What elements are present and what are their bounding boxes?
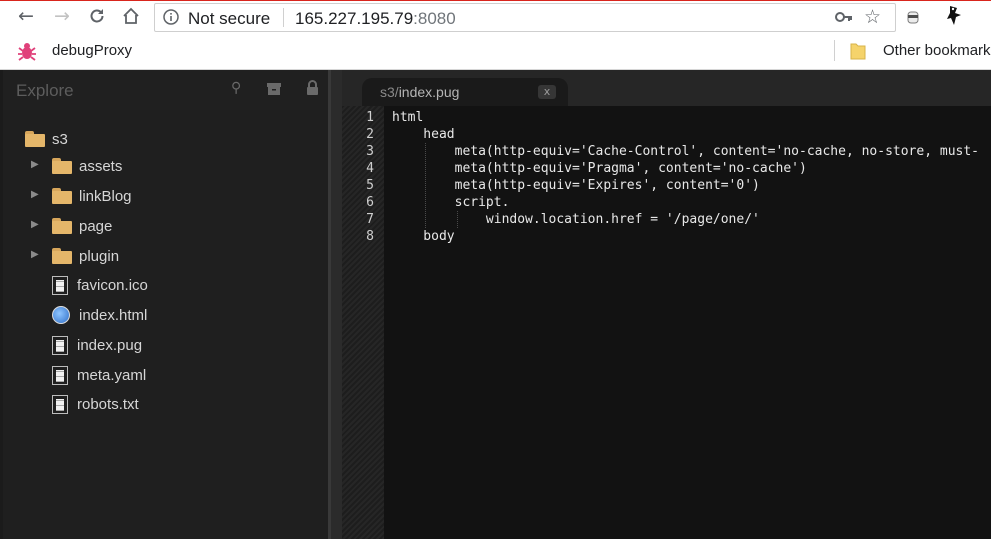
expand-arrow-icon[interactable]: ▶ bbox=[31, 189, 39, 200]
tree-label: s3 bbox=[52, 130, 68, 148]
expand-arrow-icon[interactable]: ▶ bbox=[31, 159, 39, 170]
explorer-header: Explore ⚲ bbox=[3, 70, 328, 110]
editor-tab[interactable]: s3/index.pug x bbox=[362, 78, 568, 106]
tree-label: favicon.ico bbox=[77, 276, 148, 294]
html-file-icon bbox=[52, 306, 70, 324]
url-port: :8080 bbox=[413, 9, 456, 28]
info-icon[interactable] bbox=[163, 9, 179, 30]
file-explorer: Explore ⚲ s3 ▶ assets ▶ linkBlog ▶ page … bbox=[3, 70, 328, 539]
extension-figure-icon[interactable] bbox=[944, 5, 964, 32]
code-line: meta(http-equiv='Expires', content='0') bbox=[392, 178, 760, 193]
tree-label: plugin bbox=[79, 247, 120, 265]
address-bar[interactable]: Not secure 165.227.195.79:8080 ☆ bbox=[154, 3, 896, 32]
tree-file-meta-yaml[interactable]: meta.yaml bbox=[50, 362, 146, 388]
splitter-edge bbox=[328, 70, 331, 539]
tab-filename: index.pug bbox=[398, 84, 460, 100]
code-line: meta(http-equiv='Pragma', content='no-ca… bbox=[392, 161, 807, 176]
code-line: html bbox=[392, 110, 424, 125]
folder-icon bbox=[52, 188, 72, 204]
tree-file-robots-txt[interactable]: robots.txt bbox=[50, 391, 139, 417]
file-icon bbox=[52, 335, 68, 355]
lock-icon[interactable] bbox=[306, 80, 319, 101]
line-number: 5 bbox=[366, 178, 374, 193]
forward-arrow-icon[interactable]: → bbox=[50, 4, 74, 28]
file-icon bbox=[52, 365, 68, 385]
tab-title: s3/index.pug bbox=[380, 84, 459, 100]
folder-icon bbox=[52, 218, 72, 234]
line-number: 4 bbox=[366, 161, 374, 176]
search-icon[interactable]: ⚲ bbox=[231, 80, 241, 96]
home-icon[interactable] bbox=[119, 4, 143, 28]
code-line: head bbox=[392, 127, 455, 142]
bookmarks-bar: debugProxy Other bookmarks bbox=[0, 32, 991, 70]
star-icon[interactable]: ☆ bbox=[864, 6, 881, 28]
folder-icon bbox=[52, 248, 72, 264]
browser-toolbar: ← → Not secure 165.227.195.79:8080 ☆ bbox=[0, 1, 991, 32]
tree-file-index-html[interactable]: index.html bbox=[50, 302, 147, 328]
tree-label: index.pug bbox=[77, 336, 143, 354]
key-icon[interactable] bbox=[835, 9, 853, 30]
code-line: body bbox=[392, 229, 455, 244]
url-text[interactable]: 165.227.195.79:8080 bbox=[295, 9, 456, 29]
tree-folder-linkblog[interactable]: ▶ linkBlog bbox=[31, 183, 132, 209]
expand-arrow-icon[interactable]: ▶ bbox=[31, 219, 39, 230]
tab-close-button[interactable]: x bbox=[538, 85, 556, 99]
bookmarks-divider bbox=[834, 40, 835, 61]
tree-label: meta.yaml bbox=[77, 366, 147, 384]
bookmark-debugproxy[interactable]: debugProxy bbox=[52, 42, 132, 59]
tree-folder-plugin[interactable]: ▶ plugin bbox=[31, 243, 120, 269]
folder-icon bbox=[52, 158, 72, 174]
tree-folder-s3[interactable]: s3 bbox=[25, 126, 68, 152]
folder-icon bbox=[850, 42, 866, 65]
tree-folder-page[interactable]: ▶ page bbox=[31, 213, 113, 239]
reload-icon[interactable] bbox=[85, 4, 109, 28]
line-number: 1 bbox=[366, 110, 374, 125]
line-number: 8 bbox=[366, 229, 374, 244]
tree-file-favicon[interactable]: favicon.ico bbox=[50, 272, 148, 298]
code-line: script. bbox=[392, 195, 510, 210]
line-number: 7 bbox=[366, 212, 374, 227]
back-arrow-icon[interactable]: ← bbox=[14, 4, 38, 28]
tab-path-prefix: s3/ bbox=[380, 84, 399, 100]
bookmark-other[interactable]: Other bookmarks bbox=[883, 42, 991, 59]
line-number: 3 bbox=[366, 144, 374, 159]
explorer-title: Explore bbox=[16, 81, 74, 100]
tree-label: assets bbox=[79, 157, 123, 175]
tree-file-index-pug[interactable]: index.pug bbox=[50, 332, 142, 358]
tree-label: page bbox=[79, 217, 113, 235]
bug-icon bbox=[16, 40, 38, 67]
url-host: 165.227.195.79 bbox=[295, 9, 414, 28]
tree-label: index.html bbox=[79, 306, 148, 324]
file-icon bbox=[52, 275, 68, 295]
tree-folder-assets[interactable]: ▶ assets bbox=[31, 153, 123, 179]
line-number: 6 bbox=[366, 195, 374, 210]
editor-tab-bar: s3/index.pug x bbox=[342, 70, 991, 106]
tree-label: robots.txt bbox=[77, 395, 139, 413]
tree-label: linkBlog bbox=[79, 187, 132, 205]
expand-arrow-icon[interactable]: ▶ bbox=[31, 249, 39, 260]
line-number: 2 bbox=[366, 127, 374, 142]
archive-icon[interactable] bbox=[266, 82, 282, 101]
file-icon bbox=[52, 394, 68, 414]
security-label[interactable]: Not secure bbox=[188, 9, 270, 29]
code-line: meta(http-equiv='Cache-Control', content… bbox=[392, 144, 979, 159]
folder-icon bbox=[25, 131, 45, 147]
extension-cup-icon[interactable] bbox=[905, 9, 921, 30]
omnibox-divider bbox=[283, 8, 284, 27]
code-line: window.location.href = '/page/one/' bbox=[392, 212, 760, 227]
